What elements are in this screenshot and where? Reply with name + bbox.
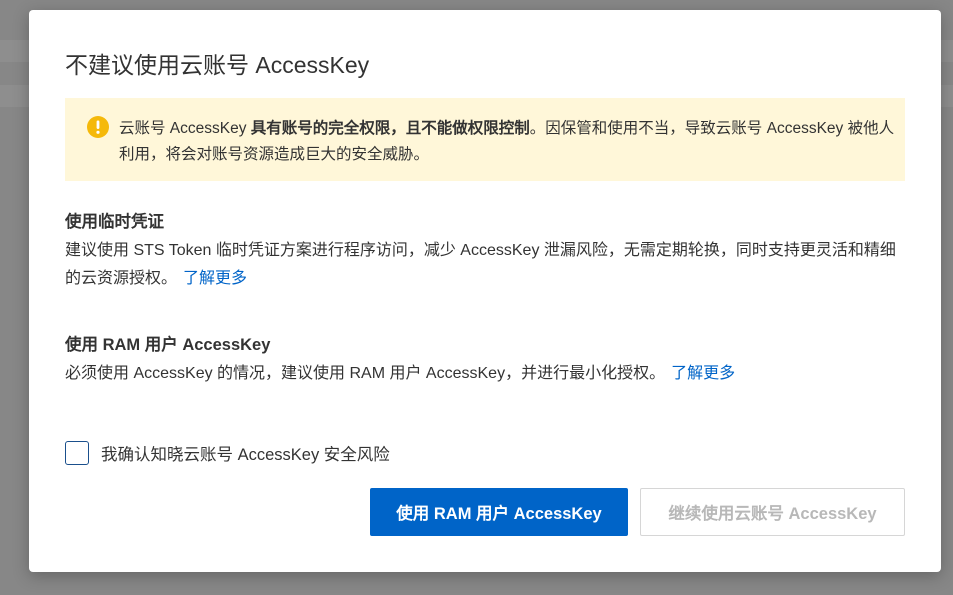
section-body-temporary-credentials: 建议使用 STS Token 临时凭证方案进行程序访问，减少 AccessKey… (65, 237, 910, 293)
warning-text: 云账号 AccessKey 具有账号的完全权限，且不能做权限控制。因保管和使用不… (119, 116, 899, 168)
warning-text-prefix: 云账号 AccessKey (119, 120, 251, 137)
use-ram-accesskey-button[interactable]: 使用 RAM 用户 AccessKey (370, 488, 628, 536)
learn-more-link-sts[interactable]: 了解更多 (183, 270, 247, 287)
warning-circle-icon (87, 116, 109, 138)
learn-more-link-ram[interactable]: 了解更多 (671, 365, 735, 382)
section-text: 必须使用 AccessKey 的情况，建议使用 RAM 用户 AccessKey… (65, 365, 666, 382)
section-title-temporary-credentials: 使用临时凭证 (65, 213, 164, 231)
risk-confirm-row[interactable]: 我确认知晓云账号 AccessKey 安全风险 (65, 440, 390, 466)
risk-confirm-checkbox[interactable] (65, 441, 89, 465)
section-body-ram-accesskey: 必须使用 AccessKey 的情况，建议使用 RAM 用户 AccessKey… (65, 360, 910, 388)
warning-alert: 云账号 AccessKey 具有账号的完全权限，且不能做权限控制。因保管和使用不… (65, 98, 905, 181)
risk-confirm-label[interactable]: 我确认知晓云账号 AccessKey 安全风险 (101, 441, 390, 465)
continue-root-accesskey-button[interactable]: 继续使用云账号 AccessKey (640, 488, 905, 536)
warning-text-emphasis: 具有账号的完全权限，且不能做权限控制 (250, 120, 530, 137)
dialog-title: 不建议使用云账号 AccessKey (65, 52, 370, 78)
risk-warning-dialog: 不建议使用云账号 AccessKey 云账号 AccessKey 具有账号的完全… (29, 10, 941, 572)
section-title-ram-accesskey: 使用 RAM 用户 AccessKey (65, 336, 271, 354)
